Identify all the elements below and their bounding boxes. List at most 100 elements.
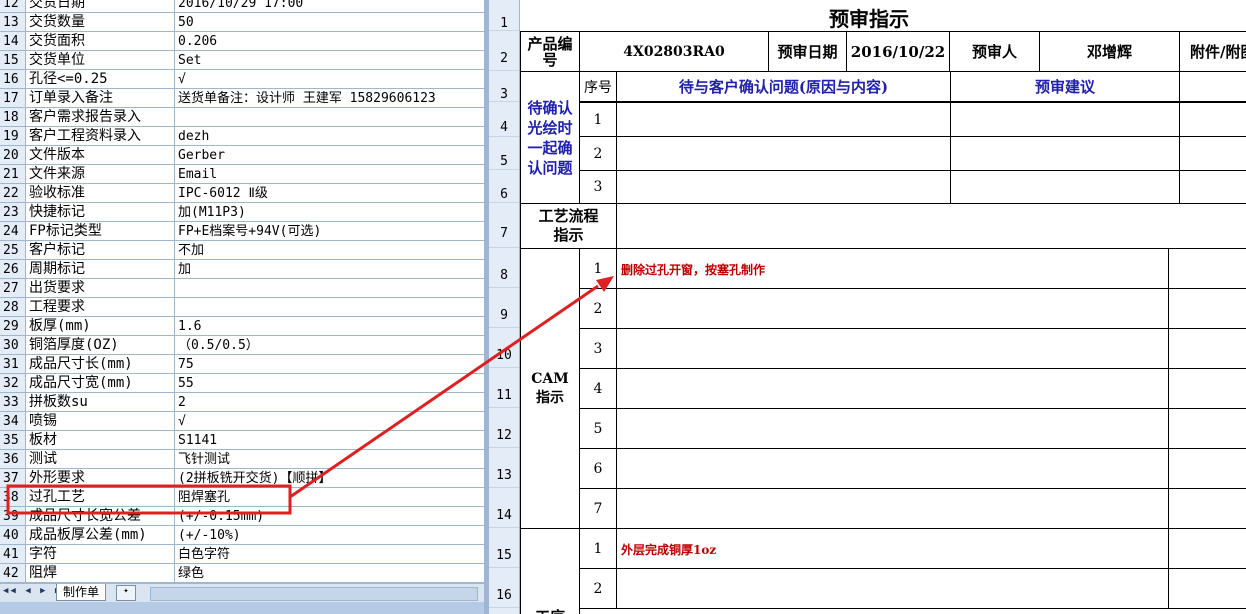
- row-number[interactable]: 38: [0, 488, 26, 506]
- field-value-cell[interactable]: 不加: [176, 241, 482, 259]
- row-header[interactable]: 5: [489, 137, 519, 170]
- row-number[interactable]: 22: [0, 184, 26, 202]
- row-header[interactable]: 13: [489, 448, 519, 488]
- row-number[interactable]: 33: [0, 393, 26, 411]
- row-header[interactable]: 6: [489, 170, 519, 203]
- field-value-cell[interactable]: 绿色: [176, 564, 482, 582]
- row-header[interactable]: 15: [489, 528, 519, 568]
- cam-instruction-cell[interactable]: 删除过孔开窗，按塞孔制作: [616, 248, 1169, 289]
- row-number[interactable]: 31: [0, 355, 26, 373]
- attachment-cell[interactable]: [1168, 288, 1246, 329]
- row-number[interactable]: 41: [0, 545, 26, 563]
- row-number[interactable]: 14: [0, 32, 26, 50]
- content-cell[interactable]: [616, 170, 951, 204]
- field-value-cell[interactable]: FP+E档案号+94V(可选): [176, 222, 482, 240]
- field-label-cell[interactable]: 孔径<=0.25: [27, 70, 175, 88]
- row-number[interactable]: 20: [0, 146, 26, 164]
- row-number[interactable]: 27: [0, 279, 26, 297]
- row-header[interactable]: 4: [489, 102, 519, 137]
- row-number[interactable]: 23: [0, 203, 26, 221]
- field-label-cell[interactable]: 交货面积: [27, 32, 175, 50]
- field-label-cell[interactable]: 板厚(mm): [27, 317, 175, 335]
- field-label-cell[interactable]: 客户需求报告录入: [27, 108, 175, 126]
- field-label-cell[interactable]: 过孔工艺: [27, 488, 175, 506]
- field-value-cell[interactable]: 50: [176, 13, 482, 31]
- field-value-cell[interactable]: √: [176, 412, 482, 430]
- field-value-cell[interactable]: [176, 298, 482, 316]
- row-number[interactable]: 18: [0, 108, 26, 126]
- row-number[interactable]: 35: [0, 431, 26, 449]
- row-header[interactable]: 9: [489, 288, 519, 328]
- field-value-cell[interactable]: 加: [176, 260, 482, 278]
- field-value-cell[interactable]: dezh: [176, 127, 482, 145]
- field-label-cell[interactable]: 板材: [27, 431, 175, 449]
- field-value-cell[interactable]: 阻焊塞孔: [176, 488, 482, 506]
- horizontal-scrollbar[interactable]: [150, 587, 478, 601]
- field-value-cell[interactable]: 55: [176, 374, 482, 392]
- attachment-cell[interactable]: [1168, 408, 1246, 449]
- field-value-cell[interactable]: 飞针测试: [176, 450, 482, 468]
- row-number[interactable]: 25: [0, 241, 26, 259]
- sheet-tab-zhizuodan[interactable]: 制作单: [56, 584, 107, 601]
- field-label-cell[interactable]: 拼板数su: [27, 393, 175, 411]
- content-cell[interactable]: [616, 488, 1169, 529]
- field-value-cell[interactable]: 送货单备注：设计师 王建军 15829606123: [176, 89, 482, 107]
- field-value-cell[interactable]: 75: [176, 355, 482, 373]
- row-number[interactable]: 16: [0, 70, 26, 88]
- field-label-cell[interactable]: 交货单位: [27, 51, 175, 69]
- field-label-cell[interactable]: 文件版本: [27, 146, 175, 164]
- row-number[interactable]: 26: [0, 260, 26, 278]
- field-value-cell[interactable]: S1141: [176, 431, 482, 449]
- field-value-cell[interactable]: Set: [176, 51, 482, 69]
- row-number[interactable]: 12: [0, 0, 26, 12]
- content-cell[interactable]: [616, 368, 1169, 409]
- row-header[interactable]: 2: [489, 31, 519, 71]
- content-cell[interactable]: [616, 288, 1169, 329]
- field-label-cell[interactable]: 文件来源: [27, 165, 175, 183]
- field-label-cell[interactable]: 外形要求: [27, 469, 175, 487]
- row-number[interactable]: 13: [0, 13, 26, 31]
- row-header[interactable]: 7: [489, 203, 519, 248]
- field-label-cell[interactable]: 测试: [27, 450, 175, 468]
- attachment-cell[interactable]: [1168, 248, 1246, 289]
- row-header[interactable]: 14: [489, 488, 519, 528]
- field-value-cell[interactable]: 白色字符: [176, 545, 482, 563]
- content-cell[interactable]: [616, 568, 1169, 609]
- field-value-cell[interactable]: (+/-10%): [176, 526, 482, 544]
- row-header[interactable]: 3: [489, 71, 519, 102]
- field-label-cell[interactable]: 快捷标记: [27, 203, 175, 221]
- field-label-cell[interactable]: 成品尺寸长(mm): [27, 355, 175, 373]
- insert-sheet-icon[interactable]: ✦: [116, 585, 136, 601]
- row-number[interactable]: 15: [0, 51, 26, 69]
- row-number[interactable]: 30: [0, 336, 26, 354]
- suggestion-cell[interactable]: [950, 136, 1180, 171]
- row-number[interactable]: 29: [0, 317, 26, 335]
- content-cell[interactable]: [616, 448, 1169, 489]
- process-instruction-cell[interactable]: 外层完成铜厚1oz: [616, 528, 1169, 569]
- field-label-cell[interactable]: 成品尺寸长宽公差: [27, 507, 175, 525]
- row-number[interactable]: 17: [0, 89, 26, 107]
- field-value-cell[interactable]: 2: [176, 393, 482, 411]
- field-value-cell[interactable]: Gerber: [176, 146, 482, 164]
- row-header[interactable]: 12: [489, 408, 519, 448]
- field-value-cell[interactable]: √: [176, 70, 482, 88]
- row-number[interactable]: 39: [0, 507, 26, 525]
- field-label-cell[interactable]: 交货日期: [27, 0, 175, 12]
- field-value-cell[interactable]: [176, 108, 482, 126]
- field-label-cell[interactable]: 成品板厚公差(mm): [27, 526, 175, 544]
- row-number[interactable]: 19: [0, 127, 26, 145]
- field-label-cell[interactable]: 铜箔厚度(OZ): [27, 336, 175, 354]
- attachment-cell[interactable]: [1168, 328, 1246, 369]
- row-number[interactable]: 34: [0, 412, 26, 430]
- field-value-cell[interactable]: 2016/10/29 17:00: [176, 0, 482, 12]
- field-label-cell[interactable]: 工程要求: [27, 298, 175, 316]
- field-label-cell[interactable]: 字符: [27, 545, 175, 563]
- suggestion-cell[interactable]: [950, 170, 1180, 204]
- field-value-cell[interactable]: Email: [176, 165, 482, 183]
- row-number[interactable]: 37: [0, 469, 26, 487]
- field-value-cell[interactable]: (+/-0.15mm): [176, 507, 482, 525]
- field-label-cell[interactable]: 客户标记: [27, 241, 175, 259]
- field-label-cell[interactable]: FP标记类型: [27, 222, 175, 240]
- row-number[interactable]: 28: [0, 298, 26, 316]
- suggestion-cell[interactable]: [950, 102, 1180, 137]
